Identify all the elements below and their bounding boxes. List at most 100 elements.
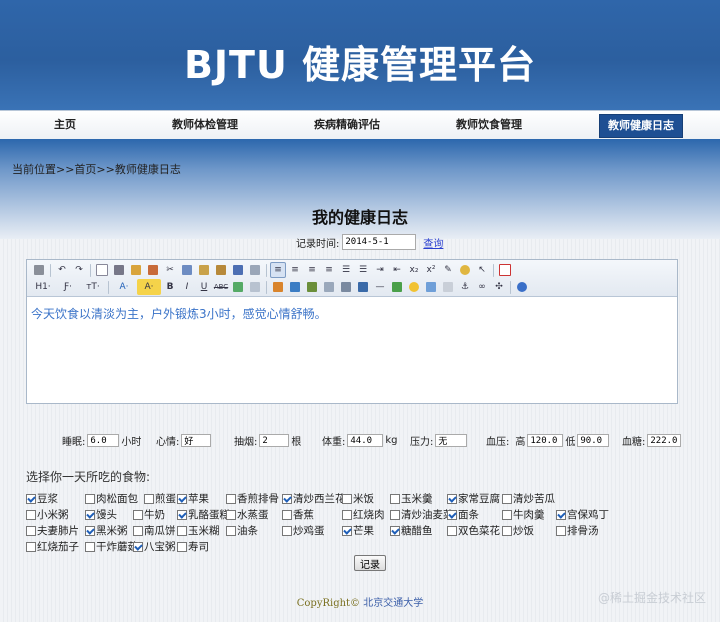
checkbox[interactable] (342, 493, 352, 504)
food-checkbox-item[interactable]: 双色菜花 (447, 523, 500, 538)
copy-icon[interactable] (179, 262, 195, 278)
align-left-icon[interactable]: ≡ (270, 262, 286, 278)
checkbox[interactable] (133, 525, 143, 536)
food-checkbox-item[interactable]: 清炒西兰花 (282, 491, 346, 506)
cut-icon[interactable]: ✂ (162, 262, 178, 278)
weight-input[interactable] (347, 434, 384, 447)
checkbox[interactable] (26, 541, 36, 552)
redo-icon[interactable]: ↷ (71, 262, 87, 278)
food-checkbox-item[interactable]: 排骨汤 (556, 523, 599, 538)
food-checkbox-item[interactable]: 水蒸蛋 (226, 507, 269, 522)
unordered-list-icon[interactable]: ☰ (355, 262, 371, 278)
undo-icon[interactable]: ↶ (54, 262, 70, 278)
preview-icon[interactable] (128, 262, 144, 278)
map-icon[interactable] (423, 279, 439, 295)
smoke-input[interactable] (259, 434, 290, 447)
bp-low-input[interactable] (577, 434, 610, 447)
bold-icon[interactable]: B (162, 279, 178, 295)
food-checkbox-item[interactable]: 清炒油麦菜 (390, 507, 454, 522)
image-icon[interactable] (270, 279, 286, 295)
sleep-input[interactable] (87, 434, 120, 447)
checkbox[interactable] (85, 509, 95, 520)
food-checkbox-item[interactable]: 干炸蘑菇 (85, 539, 138, 554)
checkbox[interactable] (282, 493, 292, 504)
food-checkbox-item[interactable]: 清炒苦瓜 (502, 491, 555, 506)
food-checkbox-item[interactable]: 香蕉 (282, 507, 314, 522)
food-checkbox-item[interactable]: 寿司 (177, 539, 209, 554)
food-checkbox-item[interactable]: 家常豆腐 (447, 491, 500, 506)
checkbox[interactable] (226, 525, 236, 536)
superscript-icon[interactable]: x² (423, 262, 439, 278)
checkbox[interactable] (26, 493, 36, 504)
food-checkbox-item[interactable]: 肉松面包 (85, 491, 138, 506)
food-checkbox-item[interactable]: 乳酪蛋糕 (177, 507, 230, 522)
food-checkbox-item[interactable]: 小米粥 (26, 507, 69, 522)
paste-icon[interactable] (196, 262, 212, 278)
sugar-input[interactable] (647, 434, 682, 447)
food-checkbox-item[interactable]: 南瓜饼 (133, 523, 176, 538)
underline-icon[interactable]: U (196, 279, 212, 295)
food-checkbox-item[interactable]: 芒果 (342, 523, 374, 538)
attachment-icon[interactable] (338, 279, 354, 295)
food-checkbox-item[interactable]: 玉米糊 (177, 523, 220, 538)
checkbox[interactable] (177, 493, 187, 504)
nav-item-health-log[interactable]: 教师健康日志 (599, 114, 683, 138)
select-all-icon[interactable] (247, 262, 263, 278)
font-color-icon[interactable]: A· (112, 279, 136, 295)
ordered-list-icon[interactable]: ☰ (338, 262, 354, 278)
checkbox[interactable] (133, 509, 143, 520)
new-doc-icon[interactable] (94, 262, 110, 278)
fullscreen-icon[interactable] (497, 262, 513, 278)
align-right-icon[interactable]: ≡ (304, 262, 320, 278)
food-checkbox-item[interactable]: 香煎排骨 (226, 491, 279, 506)
emoticon-icon[interactable] (406, 279, 422, 295)
checkbox[interactable] (556, 509, 566, 520)
food-checkbox-item[interactable]: 宫保鸡丁 (556, 507, 609, 522)
template-icon[interactable] (145, 262, 161, 278)
subscript-icon[interactable]: x₂ (406, 262, 422, 278)
checkbox[interactable] (502, 509, 512, 520)
food-checkbox-item[interactable]: 油条 (226, 523, 258, 538)
page-break-icon[interactable] (440, 279, 456, 295)
hr-icon[interactable]: — (372, 279, 388, 295)
help-icon[interactable] (514, 279, 530, 295)
highlight-color-icon[interactable]: A· (137, 279, 161, 295)
checkbox[interactable] (144, 493, 154, 504)
table-icon[interactable] (287, 279, 303, 295)
food-checkbox-item[interactable]: 馒头 (85, 507, 117, 522)
letter-spacing-icon[interactable] (247, 279, 263, 295)
anchor-icon[interactable]: ⚓ (457, 279, 473, 295)
source-icon[interactable] (31, 262, 47, 278)
checkbox[interactable] (177, 541, 187, 552)
print-icon[interactable] (111, 262, 127, 278)
font-family-dropdown[interactable]: Ƒ· (56, 279, 80, 295)
media-icon[interactable] (304, 279, 320, 295)
checkbox[interactable] (177, 509, 187, 520)
food-checkbox-item[interactable]: 糖醋鱼 (390, 523, 433, 538)
nav-item-home[interactable]: 主页 (40, 111, 90, 139)
food-checkbox-item[interactable]: 牛奶 (133, 507, 165, 522)
font-case-icon[interactable] (230, 279, 246, 295)
insert-date-icon[interactable] (389, 279, 405, 295)
food-checkbox-item[interactable]: 苹果 (177, 491, 209, 506)
record-time-input[interactable] (342, 234, 417, 250)
record-submit-button[interactable]: 记录 (354, 555, 386, 571)
checkbox[interactable] (390, 493, 400, 504)
checkbox[interactable] (85, 493, 95, 504)
mood-input[interactable] (181, 434, 212, 447)
format-brush-icon[interactable] (457, 262, 473, 278)
cursor-icon[interactable]: ↖ (474, 262, 490, 278)
paste-word-icon[interactable] (230, 262, 246, 278)
checkbox[interactable] (26, 509, 36, 520)
checkbox[interactable] (556, 525, 566, 536)
font-size-dropdown[interactable]: ᴛT· (81, 279, 105, 295)
food-checkbox-item[interactable]: 米饭 (342, 491, 374, 506)
checkbox[interactable] (282, 509, 292, 520)
query-link[interactable]: 查询 (423, 235, 443, 250)
nav-item-checkup[interactable]: 教师体检管理 (160, 111, 250, 139)
food-checkbox-item[interactable]: 夫妻肺片 (26, 523, 79, 538)
pressure-input[interactable] (435, 434, 468, 447)
food-checkbox-item[interactable]: 炒鸡蛋 (282, 523, 325, 538)
checkbox[interactable] (390, 509, 400, 520)
nav-item-diet[interactable]: 教师饮食管理 (444, 111, 534, 139)
